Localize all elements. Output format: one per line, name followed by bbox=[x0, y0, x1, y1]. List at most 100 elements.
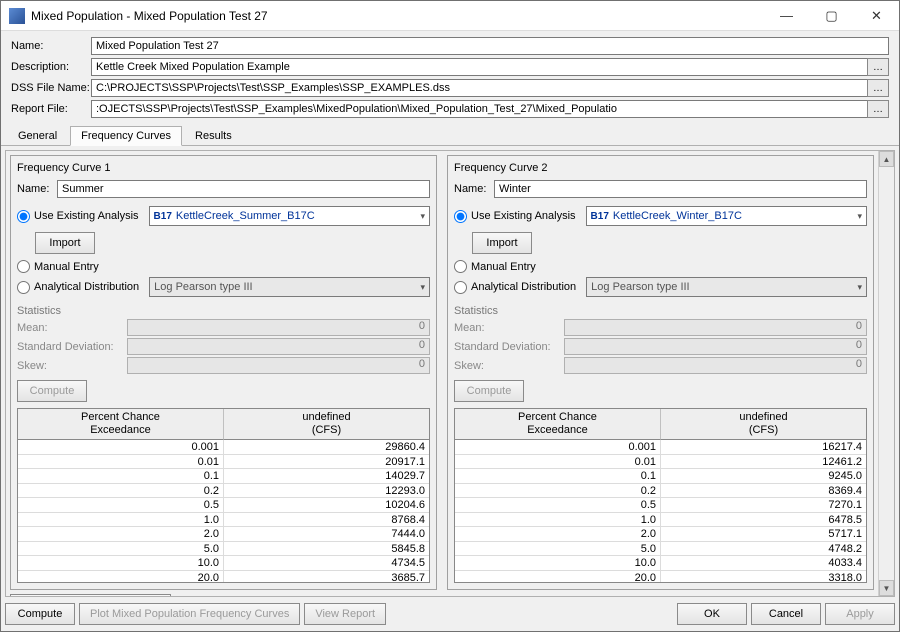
use-existing-analysis-radio[interactable] bbox=[454, 210, 467, 223]
analysis-prefix: B17 bbox=[154, 211, 172, 222]
curve-data-table: Percent ChanceExceedance undefined(CFS) … bbox=[454, 408, 867, 583]
analysis-name: KettleCreek_Summer_B17C bbox=[176, 210, 421, 222]
cell-value: 20917.1 bbox=[224, 455, 429, 469]
cell-value: 29860.4 bbox=[224, 440, 429, 454]
plot-mixed-frequency-curves-button[interactable]: Plot Mixed Population Frequency Curves bbox=[79, 603, 300, 625]
cell-value: 3318.0 bbox=[661, 571, 866, 582]
cell-percent: 10.0 bbox=[18, 556, 224, 570]
tab-general[interactable]: General bbox=[7, 126, 68, 146]
cell-value: 3685.7 bbox=[224, 571, 429, 582]
cell-percent: 20.0 bbox=[18, 571, 224, 582]
window-controls: — ▢ ✕ bbox=[764, 1, 899, 30]
distribution-combo[interactable]: Log Pearson type III ▾ bbox=[586, 277, 867, 297]
table-row[interactable]: 0.57270.1 bbox=[455, 498, 866, 513]
tab-results[interactable]: Results bbox=[184, 126, 243, 146]
existing-analysis-combo[interactable]: B17 KettleCreek_Summer_B17C ▾ bbox=[149, 206, 430, 226]
cell-percent: 0.001 bbox=[18, 440, 224, 454]
scroll-down-icon[interactable]: ▼ bbox=[879, 580, 894, 596]
footer-bar: Compute Plot Mixed Population Frequency … bbox=[5, 601, 895, 627]
curve-compute-button[interactable]: Compute bbox=[17, 380, 87, 402]
table-row[interactable]: 1.06478.5 bbox=[455, 513, 866, 528]
analytical-distribution-radio[interactable] bbox=[17, 281, 30, 294]
view-report-button[interactable]: View Report bbox=[304, 603, 386, 625]
tab-content: Frequency Curve 1 Name: Use Existing Ana… bbox=[1, 146, 899, 631]
manual-entry-radio[interactable] bbox=[454, 260, 467, 273]
table-row[interactable]: 2.05717.1 bbox=[455, 527, 866, 542]
cell-value: 12461.2 bbox=[661, 455, 866, 469]
table-row[interactable]: 0.510204.6 bbox=[18, 498, 429, 513]
compute-button[interactable]: Compute bbox=[5, 603, 75, 625]
cell-percent: 1.0 bbox=[18, 513, 224, 527]
dss-browse-button[interactable]: … bbox=[867, 79, 889, 97]
col-percent-chance-exceedance: Percent ChanceExceedance bbox=[455, 409, 661, 440]
existing-analysis-combo[interactable]: B17 KettleCreek_Winter_B17C ▾ bbox=[586, 206, 867, 226]
report-file-input[interactable] bbox=[91, 100, 868, 118]
table-row[interactable]: 20.03685.7 bbox=[18, 571, 429, 582]
curve-data-body[interactable]: 0.00129860.40.0120917.10.114029.70.21229… bbox=[18, 440, 429, 582]
cell-percent: 2.0 bbox=[18, 527, 224, 541]
report-browse-button[interactable]: … bbox=[867, 100, 889, 118]
app-icon bbox=[9, 8, 25, 24]
table-row[interactable]: 5.05845.8 bbox=[18, 542, 429, 557]
table-row[interactable]: 0.19245.0 bbox=[455, 469, 866, 484]
curve-name-input[interactable] bbox=[494, 180, 867, 198]
table-row[interactable]: 0.0112461.2 bbox=[455, 455, 866, 470]
curves-vertical-scrollbar[interactable]: ▲ ▼ bbox=[878, 151, 894, 596]
table-row[interactable]: 1.08768.4 bbox=[18, 513, 429, 528]
name-label: Name: bbox=[11, 40, 91, 52]
mean-value: 0 bbox=[564, 319, 867, 336]
curve-compute-button[interactable]: Compute bbox=[454, 380, 524, 402]
window-title: Mixed Population - Mixed Population Test… bbox=[31, 9, 764, 23]
col-value-cfs: undefined(CFS) bbox=[661, 409, 866, 440]
table-row[interactable]: 0.28369.4 bbox=[455, 484, 866, 499]
maximize-button[interactable]: ▢ bbox=[809, 1, 854, 30]
apply-button[interactable]: Apply bbox=[825, 603, 895, 625]
distribution-value: Log Pearson type III bbox=[154, 281, 420, 293]
import-button[interactable]: Import bbox=[35, 232, 95, 254]
table-row[interactable]: 0.00116217.4 bbox=[455, 440, 866, 455]
table-row[interactable]: 0.212293.0 bbox=[18, 484, 429, 499]
curve-name-label: Name: bbox=[17, 183, 57, 195]
dss-file-input[interactable] bbox=[91, 79, 868, 97]
table-row[interactable]: 0.114029.7 bbox=[18, 469, 429, 484]
frequency-curve-panel-1: Frequency Curve 1 Name: Use Existing Ana… bbox=[10, 155, 437, 590]
manual-entry-radio[interactable] bbox=[17, 260, 30, 273]
manual-entry-label: Manual Entry bbox=[471, 261, 536, 273]
scroll-up-icon[interactable]: ▲ bbox=[879, 151, 894, 167]
chevron-down-icon: ▾ bbox=[857, 282, 862, 293]
curve-data-table: Percent ChanceExceedance undefined(CFS) … bbox=[17, 408, 430, 583]
ok-button[interactable]: OK bbox=[677, 603, 747, 625]
table-row[interactable]: 5.04748.2 bbox=[455, 542, 866, 557]
curve-data-body[interactable]: 0.00116217.40.0112461.20.19245.00.28369.… bbox=[455, 440, 866, 582]
use-existing-analysis-label: Use Existing Analysis bbox=[471, 210, 576, 222]
distribution-combo[interactable]: Log Pearson type III ▾ bbox=[149, 277, 430, 297]
cancel-button[interactable]: Cancel bbox=[751, 603, 821, 625]
use-existing-analysis-radio[interactable] bbox=[17, 210, 30, 223]
col-value-cfs: undefined(CFS) bbox=[224, 409, 429, 440]
cell-percent: 0.001 bbox=[455, 440, 661, 454]
analytical-distribution-radio[interactable] bbox=[454, 281, 467, 294]
table-row[interactable]: 2.07444.0 bbox=[18, 527, 429, 542]
minimize-button[interactable]: — bbox=[764, 1, 809, 30]
close-button[interactable]: ✕ bbox=[854, 1, 899, 30]
description-input[interactable] bbox=[91, 58, 868, 76]
analytical-distribution-label: Analytical Distribution bbox=[471, 281, 576, 293]
name-input[interactable] bbox=[91, 37, 889, 55]
chevron-down-icon: ▾ bbox=[857, 211, 862, 222]
table-row[interactable]: 0.0120917.1 bbox=[18, 455, 429, 470]
table-row[interactable]: 20.03318.0 bbox=[455, 571, 866, 582]
cell-percent: 20.0 bbox=[455, 571, 661, 582]
table-row[interactable]: 0.00129860.4 bbox=[18, 440, 429, 455]
titlebar: Mixed Population - Mixed Population Test… bbox=[1, 1, 899, 31]
cell-value: 4748.2 bbox=[661, 542, 866, 556]
curve-name-input[interactable] bbox=[57, 180, 430, 198]
description-browse-button[interactable]: … bbox=[867, 58, 889, 76]
tab-frequency-curves[interactable]: Frequency Curves bbox=[70, 126, 182, 146]
cell-value: 10204.6 bbox=[224, 498, 429, 512]
table-row[interactable]: 10.04734.5 bbox=[18, 556, 429, 571]
import-button[interactable]: Import bbox=[472, 232, 532, 254]
table-row[interactable]: 10.04033.4 bbox=[455, 556, 866, 571]
cell-value: 12293.0 bbox=[224, 484, 429, 498]
plot-input-frequency-curves-button[interactable]: Plot Input Frequency Curves bbox=[10, 594, 171, 596]
cell-percent: 2.0 bbox=[455, 527, 661, 541]
